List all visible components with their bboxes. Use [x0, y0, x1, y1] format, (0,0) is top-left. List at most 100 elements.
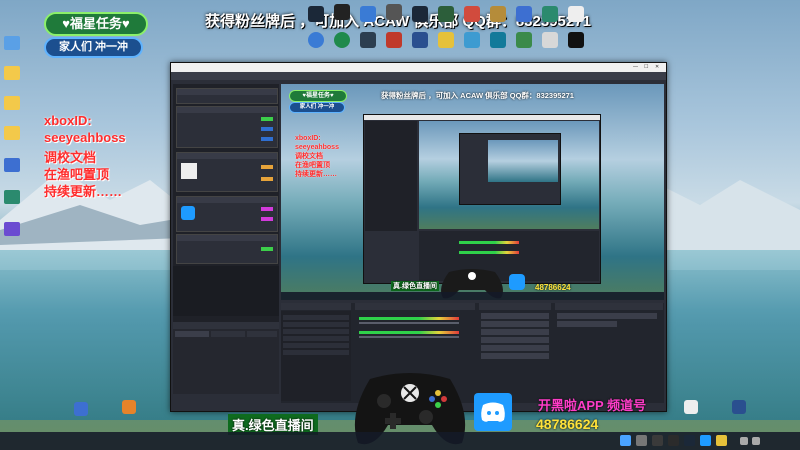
studio-mode-button[interactable]	[481, 337, 549, 343]
source-entry[interactable]	[283, 329, 349, 334]
nested-mixer-bar	[459, 251, 519, 254]
mixer-volume-slider[interactable]	[359, 336, 459, 338]
scene-tab[interactable]	[247, 331, 277, 337]
source-entry[interactable]	[283, 322, 349, 327]
source-toggle[interactable]	[261, 247, 273, 251]
source-list-panel	[173, 84, 279, 394]
source-card[interactable]	[176, 234, 278, 264]
folder-icon[interactable]	[4, 126, 20, 140]
app-icon[interactable]	[568, 6, 584, 22]
app-icon[interactable]	[308, 32, 324, 48]
obs-window[interactable]: — ☐ ✕ ♥福星任务♥ 家人们 冲一冲 获得粉丝牌后 ，可加入 ACAW 俱乐…	[170, 62, 667, 412]
folder-icon[interactable]	[4, 66, 20, 80]
obs-menubar[interactable]	[171, 72, 666, 80]
source-entry[interactable]	[283, 350, 349, 355]
minimize-button[interactable]: —	[633, 64, 638, 70]
tray-icon[interactable]	[740, 437, 748, 445]
app-icon[interactable]	[490, 32, 506, 48]
discord-icon	[181, 206, 195, 220]
start-streaming-button[interactable]	[481, 313, 549, 319]
source-card-header	[177, 235, 277, 241]
preview-red-line: 在渔吧置顶	[295, 162, 330, 169]
scenes-panel[interactable]	[173, 322, 279, 394]
source-toggle[interactable]	[261, 117, 273, 121]
transition-duration[interactable]	[557, 321, 617, 327]
desktop-icon[interactable]	[4, 36, 20, 50]
discord-icon	[474, 393, 512, 431]
app-icon[interactable]	[412, 6, 428, 22]
source-toggle[interactable]	[261, 137, 273, 141]
taskbar-app-icon[interactable]	[684, 435, 695, 446]
source-card[interactable]	[176, 196, 278, 232]
sources-dock[interactable]	[281, 311, 351, 401]
desktop-app-icon[interactable]	[74, 402, 88, 416]
settings-button[interactable]	[481, 345, 549, 351]
app-icon[interactable]	[412, 32, 428, 48]
app-icon[interactable]	[360, 6, 376, 22]
scene-tab[interactable]	[211, 331, 245, 337]
steam-icon[interactable]	[308, 6, 324, 22]
taskbar-app-icon[interactable]	[700, 435, 711, 446]
preview-discord-icon	[509, 274, 525, 290]
nested-titlebar	[364, 115, 600, 120]
tray-icon[interactable]	[752, 437, 760, 445]
scene-tab-active[interactable]	[175, 331, 209, 337]
preview-taskbar	[281, 292, 664, 300]
source-entry[interactable]	[283, 315, 349, 320]
nested-obs-window	[363, 114, 601, 284]
app-icon[interactable]	[438, 6, 454, 22]
maximize-button[interactable]: ☐	[644, 64, 648, 70]
source-toggle[interactable]	[261, 177, 273, 181]
app-icon[interactable]	[542, 32, 558, 48]
source-entry[interactable]	[283, 336, 349, 341]
source-card[interactable]	[176, 88, 278, 104]
app-icon[interactable]	[386, 4, 402, 20]
app-icon[interactable]	[516, 6, 532, 22]
epic-icon[interactable]	[334, 4, 350, 20]
virtual-camera-button[interactable]	[481, 329, 549, 335]
taskbar-app-icon[interactable]	[636, 435, 647, 446]
source-card[interactable]	[176, 106, 278, 148]
desktop-app-icon[interactable]	[732, 400, 746, 414]
preview-family-badge: 家人们 冲一冲	[289, 102, 345, 113]
app-icon[interactable]	[4, 190, 20, 204]
taskbar-app-icon[interactable]	[652, 435, 663, 446]
close-button[interactable]: ✕	[655, 64, 659, 70]
mixer-volume-slider[interactable]	[359, 322, 459, 324]
source-entry[interactable]	[283, 343, 349, 348]
app-icon[interactable]	[360, 32, 376, 48]
source-toggle[interactable]	[261, 207, 273, 211]
app-icon[interactable]	[568, 32, 584, 48]
app-icon[interactable]	[542, 6, 558, 22]
preview-channel-number: 48786624	[535, 283, 571, 292]
taskbar-app-icon[interactable]	[716, 435, 727, 446]
taskbar-app-icon[interactable]	[668, 435, 679, 446]
transition-select[interactable]	[557, 313, 657, 319]
app-icon[interactable]	[386, 32, 402, 48]
app-icon[interactable]	[464, 32, 480, 48]
updating-text: 持续更新……	[44, 184, 123, 199]
desktop-app-icon[interactable]	[122, 400, 136, 414]
preview-red-line: xboxID:	[295, 135, 321, 142]
source-card[interactable]	[176, 152, 278, 192]
source-toggle[interactable]	[261, 217, 273, 221]
app-icon[interactable]	[516, 32, 532, 48]
preview-red-line: 持续更新……	[295, 171, 337, 178]
exit-button[interactable]	[481, 353, 549, 359]
app-icon[interactable]	[4, 158, 20, 172]
obs-titlebar[interactable]: — ☐ ✕	[171, 63, 666, 72]
source-toggle[interactable]	[261, 127, 273, 131]
start-icon[interactable]	[620, 435, 631, 446]
scenes-header	[173, 322, 279, 329]
app-icon[interactable]	[490, 6, 506, 22]
app-icon[interactable]	[438, 32, 454, 48]
app-icon[interactable]	[4, 222, 20, 236]
desktop-app-icon[interactable]	[684, 400, 698, 414]
start-recording-button[interactable]	[481, 321, 549, 327]
app-icon[interactable]	[334, 32, 350, 48]
folder-icon[interactable]	[4, 96, 20, 110]
app-icon[interactable]	[464, 6, 480, 22]
obs-preview[interactable]: ♥福星任务♥ 家人们 冲一冲 获得粉丝牌后 ，可加入 ACAW 俱乐部 QQ群：…	[281, 84, 664, 300]
source-toggle[interactable]	[261, 165, 273, 169]
audio-mixer[interactable]	[355, 311, 475, 351]
